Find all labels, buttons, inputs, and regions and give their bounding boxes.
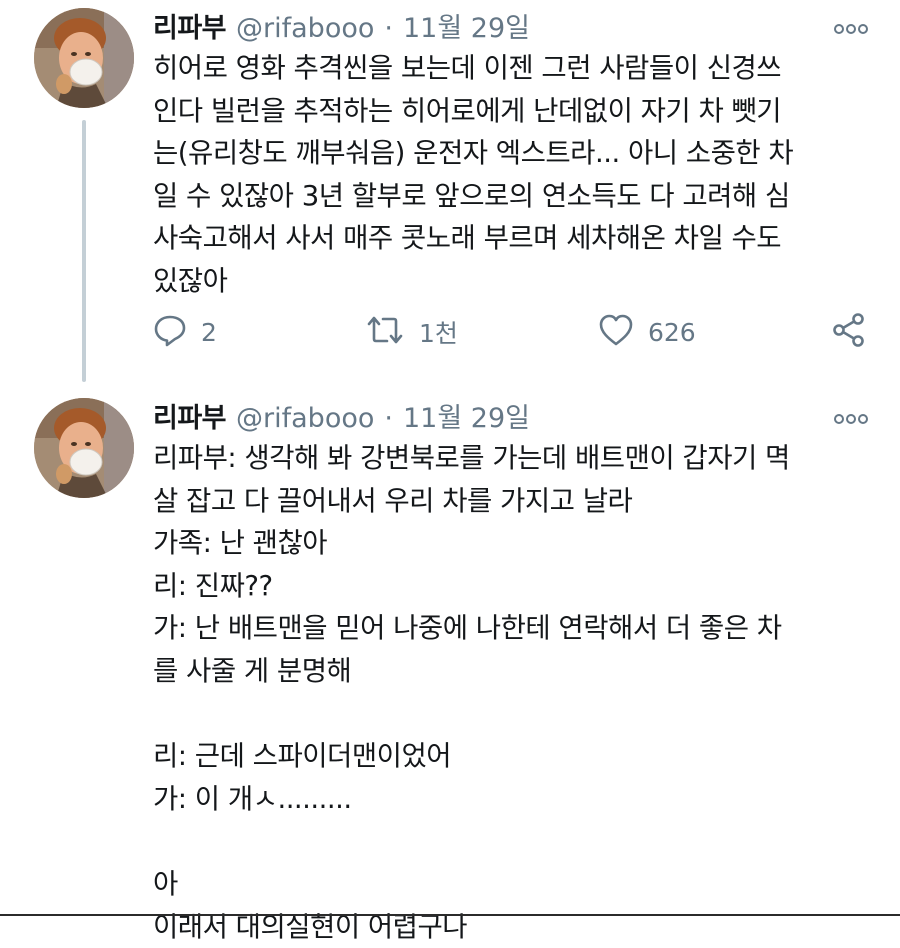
tweet-text-line: 를 사줄 게 분명해 <box>153 654 352 687</box>
separator-dot: · <box>384 403 393 434</box>
tweet-text-line: 인다 빌런을 추적하는 히어로에게 난데없이 자기 차 뺏기 <box>153 94 782 127</box>
author-handle[interactable]: @rifabooo <box>236 403 374 434</box>
tweet[interactable]: 리파부 @rifabooo · 11월 29일 히어로 영화 추격씬을 보는데 … <box>0 0 900 390</box>
tweet-header: 리파부 @rifabooo · 11월 29일 <box>153 6 880 46</box>
tweet-text-line: 이래서 대의실현이 어렵구나 <box>153 910 468 943</box>
avatar[interactable] <box>34 8 134 108</box>
tweet-text-line: 사숙고해서 사서 매주 콧노래 부르며 세차해온 차일 수도 <box>153 222 782 255</box>
tweet-text: 히어로 영화 추격씬을 보는데 이젠 그런 사람들이 신경쓰 인다 빌런을 추적… <box>153 47 873 303</box>
tweet-text-line: 일 수 있잖아 3년 할부로 앞으로의 연소득도 다 고려해 심 <box>153 179 790 212</box>
retweet-count: 1천 <box>419 319 458 348</box>
retweet-icon <box>365 313 405 351</box>
bottom-divider <box>0 914 900 916</box>
tweet-actions: 2 1천 626 <box>153 312 873 352</box>
tweet-text: 리파부: 생각해 봐 강변북로를 가는데 배트맨이 갑자기 멱 살 잡고 다 끌… <box>153 437 873 948</box>
more-icon[interactable] <box>834 20 868 34</box>
heart-icon <box>598 313 634 351</box>
tweet-text-line: 가족: 난 괜찮아 <box>153 527 328 560</box>
tweet-text-line: 는(유리창도 깨부숴음) 운전자 엑스트라... 아니 소중한 차 <box>153 137 794 170</box>
avatar[interactable] <box>34 398 134 498</box>
tweet-date[interactable]: 11월 29일 <box>403 396 530 435</box>
reply-icon <box>153 313 187 351</box>
tweet-text-line: 히어로 영화 추격씬을 보는데 이젠 그런 사람들이 신경쓰 <box>153 52 782 84</box>
author-name[interactable]: 리파부 <box>153 396 227 435</box>
tweet-text-line: 리파부: 생각해 봐 강변북로를 가는데 배트맨이 갑자기 멱 <box>153 442 790 474</box>
author-name[interactable]: 리파부 <box>153 6 227 45</box>
like-count: 626 <box>648 317 696 347</box>
tweet-date[interactable]: 11월 29일 <box>403 6 530 45</box>
tweet-text-line: 아 <box>153 867 178 900</box>
tweet-text-line: 있잖아 <box>153 264 228 297</box>
tweet[interactable]: 리파부 @rifabooo · 11월 29일 리파부: 생각해 봐 강변북로를… <box>0 390 900 943</box>
tweet-header: 리파부 @rifabooo · 11월 29일 <box>153 396 880 436</box>
share-button[interactable] <box>831 312 867 352</box>
more-icon[interactable] <box>834 410 868 424</box>
separator-dot: · <box>384 13 393 44</box>
reply-count: 2 <box>201 317 217 347</box>
like-button[interactable]: 626 <box>598 312 696 352</box>
author-handle[interactable]: @rifabooo <box>236 13 374 44</box>
tweet-text-line: 리: 진짜?? <box>153 569 273 602</box>
tweet-text-line <box>153 693 873 736</box>
reply-button[interactable]: 2 <box>153 312 217 352</box>
tweet-text-line: 가: 난 배트맨을 믿어 나중에 나한테 연락해서 더 좋은 차 <box>153 612 782 645</box>
tweet-text-line: 리: 근데 스파이더맨이었어 <box>153 740 452 773</box>
tweet-text-line <box>153 820 873 863</box>
retweet-button[interactable]: 1천 <box>365 312 458 352</box>
tweet-text-line: 가: 이 개ㅅ......... <box>153 782 352 815</box>
share-icon <box>831 312 867 352</box>
tweet-text-line: 살 잡고 다 끌어내서 우리 차를 가지고 날라 <box>153 484 633 517</box>
